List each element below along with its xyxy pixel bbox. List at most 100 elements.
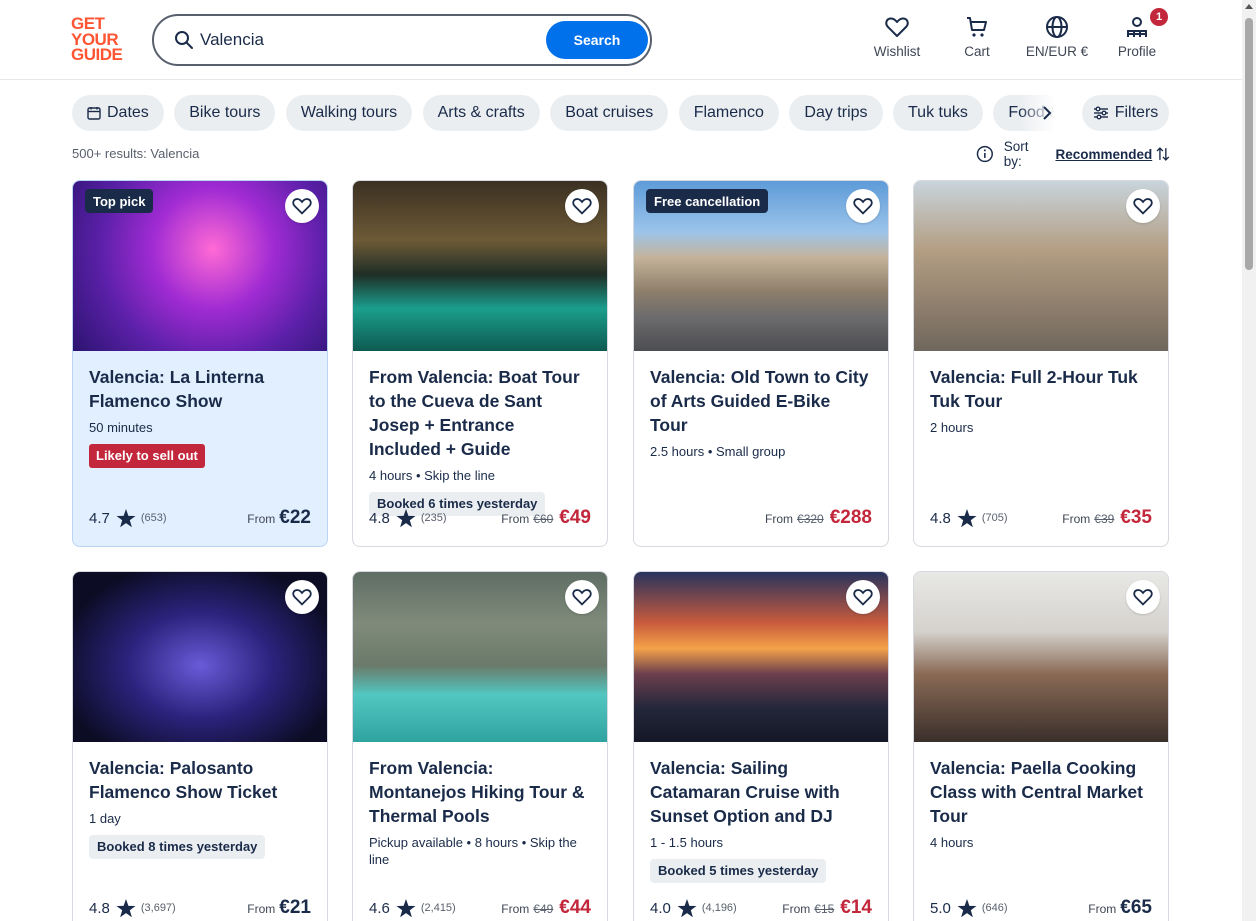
activity-meta: 1 - 1.5 hours [650,835,723,850]
activity-title[interactable]: Valencia: Palosanto Flamenco Show Ticket [89,756,311,804]
price-value: €35 [1120,507,1152,528]
activity-image[interactable] [914,181,1168,351]
activity-image[interactable] [353,572,607,742]
chip-bike-tours[interactable]: Bike tours [174,95,276,131]
price-value: €14 [840,897,872,918]
rating-value: 4.8 [369,509,390,527]
top-pick-tag: Top pick [85,189,154,213]
chip-walking-tours[interactable]: Walking tours [285,95,413,131]
profile-label: Profile [1117,44,1157,59]
activity-title[interactable]: Valencia: Paella Cooking Class with Cent… [930,756,1152,828]
profile-notification-badge: 1 [1150,8,1168,26]
wishlist-heart-button[interactable] [1126,189,1160,223]
globe-icon [1046,16,1068,38]
sort-value[interactable]: Recommended [1055,147,1152,162]
scrollbar-up-arrow[interactable] [1245,4,1253,9]
sort-control[interactable]: Sort by: Recommended [976,139,1170,169]
activity-meta: 2.5 hours • Small group [650,444,786,459]
rating-value: 4.0 [650,899,671,917]
activity-image[interactable]: Free cancellation [634,181,888,351]
price-from-label: From [501,512,530,526]
activity-image[interactable] [914,572,1168,742]
cart-nav[interactable]: Cart [957,14,997,64]
price: From €22 [247,507,311,529]
activity-image[interactable] [353,181,607,351]
review-count: (646) [981,902,1008,914]
activity-card[interactable]: Free cancellation Valencia: Old Town to … [633,180,889,547]
price-value: €44 [559,897,591,918]
star-icon [116,898,136,917]
language-currency-label: EN/EUR € [1025,44,1089,59]
activity-card[interactable]: Valencia: Sailing Catamaran Cruise with … [633,571,889,921]
price-from-label: From [247,902,276,916]
chips-scroll-right-button[interactable] [1036,102,1058,124]
sort-arrows-icon [1156,147,1170,161]
activity-card[interactable]: Valencia: Palosanto Flamenco Show Ticket… [72,571,328,921]
results-count: 500+ results: Valencia [72,146,200,161]
star-icon [957,508,977,527]
price: From €60 €49 [501,507,591,529]
review-count: (235) [420,512,447,524]
activity-card[interactable]: From Valencia: Boat Tour to the Cueva de… [352,180,608,547]
wishlist-heart-button[interactable] [846,189,880,223]
info-icon[interactable] [976,145,994,163]
activity-meta: 1 day [89,811,121,826]
scrollbar[interactable] [1242,0,1256,921]
wishlist-heart-button[interactable] [285,580,319,614]
profile-nav[interactable]: 1 Profile [1114,8,1168,64]
activity-image[interactable]: Top pick [73,181,327,351]
heart-icon [292,198,312,215]
price: From €320 €288 [765,507,872,529]
scrollbar-thumb[interactable] [1245,18,1253,270]
wishlist-heart-button[interactable] [846,580,880,614]
activity-meta: Pickup available • 8 hours • Skip the li… [369,835,577,867]
chip-label: Bike tours [189,104,261,121]
rating: 4.7 (653) [89,508,167,528]
activity-title[interactable]: Valencia: Sailing Catamaran Cruise with … [650,756,872,828]
price-value: €288 [829,507,872,528]
activity-image[interactable] [634,572,888,742]
rating: 4.8 (705) [930,508,1008,528]
activity-title[interactable]: Valencia: Full 2-Hour Tuk Tuk Tour [930,365,1152,413]
wishlist-heart-button[interactable] [285,189,319,223]
heart-icon [292,589,312,606]
activity-meta: 4 hours • Skip the line [369,468,495,483]
price-value: €49 [559,507,591,528]
activity-meta: 2 hours [930,420,974,435]
booked-badge: Booked 5 times yesterday [650,859,827,883]
chip-label: Dates [107,104,149,121]
header: GET YOUR GUIDE Search Wishlist Cart EN/E… [0,0,1242,80]
chip-arts-crafts[interactable]: Arts & crafts [422,95,540,131]
heart-icon [853,589,873,606]
search-button[interactable]: Search [546,21,648,59]
activity-title[interactable]: From Valencia: Montanejos Hiking Tour & … [369,756,591,828]
review-count: (2,415) [420,902,456,914]
language-currency-nav[interactable]: EN/EUR € [1022,14,1092,64]
chip-flamenco[interactable]: Flamenco [678,95,779,131]
chip-boat-cruises[interactable]: Boat cruises [550,95,669,131]
original-price: €320 [797,512,824,526]
activity-title[interactable]: Valencia: La Linterna Flamenco Show [89,365,311,413]
activity-card[interactable]: Top pick Valencia: La Linterna Flamenco … [72,180,328,547]
wishlist-heart-button[interactable] [565,580,599,614]
activity-image[interactable] [73,572,327,742]
getyourguide-logo[interactable]: GET YOUR GUIDE [71,15,131,66]
star-icon [677,898,697,917]
activity-card[interactable]: From Valencia: Montanejos Hiking Tour & … [352,571,608,921]
price-from-label: From [247,512,276,526]
wishlist-heart-button[interactable] [1126,580,1160,614]
chip-tuk-tuks[interactable]: Tuk tuks [892,95,983,131]
cart-label: Cart [964,44,990,59]
filters-button[interactable]: Filters [1082,95,1169,131]
activity-card[interactable]: Valencia: Full 2-Hour Tuk Tuk Tour 2 hou… [913,180,1169,547]
wishlist-heart-button[interactable] [565,189,599,223]
activity-card[interactable]: Valencia: Paella Cooking Class with Cent… [913,571,1169,921]
price-from-label: From [1088,902,1117,916]
chip-dates[interactable]: Dates [72,95,164,131]
search-input[interactable] [200,26,540,54]
star-icon [396,508,416,527]
activity-title[interactable]: Valencia: Old Town to City of Arts Guide… [650,365,872,437]
chip-day-trips[interactable]: Day trips [789,95,883,131]
activity-title[interactable]: From Valencia: Boat Tour to the Cueva de… [369,365,591,461]
wishlist-nav[interactable]: Wishlist [872,14,922,64]
